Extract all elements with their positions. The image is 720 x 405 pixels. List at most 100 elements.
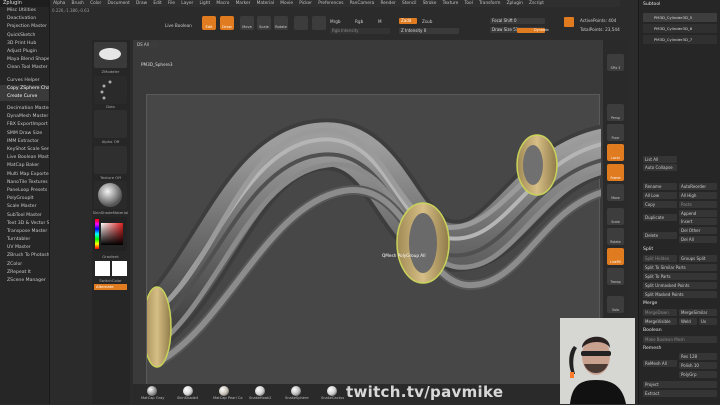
plugin-item[interactable]: DynaMesh Master — [0, 113, 49, 121]
plugin-item[interactable]: Adjust Plugin — [0, 48, 49, 56]
plugin-item[interactable]: Misc Utilities — [0, 7, 49, 15]
plugin-item[interactable]: ZColor — [0, 261, 49, 269]
plugin-item[interactable]: Live Boolean Master — [0, 154, 49, 162]
rgb-intensity-slider[interactable]: Rgb Intensity — [330, 28, 390, 34]
texture-thumbnail[interactable] — [94, 146, 127, 174]
rgb-button[interactable]: Rgb — [355, 19, 363, 24]
subtool-item[interactable]: PM3D_Cylinder3D_6 — [643, 24, 717, 33]
menu-picker[interactable]: Picker — [296, 1, 315, 6]
plugin-item[interactable]: ZScene Manager — [0, 277, 49, 285]
plugin-item[interactable]: Transpose Master — [0, 228, 49, 236]
all-low-button[interactable]: All Low — [643, 192, 677, 199]
matcap-sphere-icon[interactable] — [327, 386, 337, 396]
linefill-icon[interactable]: LineFill — [607, 248, 624, 265]
edit-button[interactable]: Edit — [202, 16, 216, 30]
plugin-item[interactable]: FBX ExportImport — [0, 121, 49, 129]
rotate-icon[interactable]: Rotate — [607, 228, 624, 245]
plugin-item[interactable]: Turntabler — [0, 236, 49, 244]
append-button[interactable]: Append — [679, 210, 717, 217]
matcap-sphere-icon[interactable] — [219, 386, 229, 396]
groups-split-button[interactable]: Groups Split — [679, 255, 717, 262]
scale-icon[interactable]: Scale — [607, 208, 624, 225]
matcap-sphere-icon[interactable] — [183, 386, 193, 396]
plugin-item[interactable]: Curves Helper — [0, 77, 49, 85]
plugin-item[interactable]: Projection Master — [0, 23, 49, 31]
alternate-button[interactable]: Alternate — [94, 284, 127, 290]
ds-all-button[interactable]: DS All — [135, 42, 159, 48]
menu-stencil[interactable]: Stencil — [399, 1, 420, 6]
matcap-sphere-icon[interactable] — [291, 386, 301, 396]
persp-icon[interactable]: Persp — [607, 104, 624, 121]
paste-button[interactable]: Paste — [679, 201, 717, 208]
auto-collapse-button[interactable]: Auto Collapse — [643, 164, 677, 171]
boolean-header[interactable]: Boolean — [643, 328, 662, 333]
rename-button[interactable]: Rename — [643, 183, 677, 190]
material-swatch-icon[interactable] — [294, 16, 308, 30]
live-boolean-button[interactable]: Live Boolean — [165, 23, 192, 28]
menu-light[interactable]: Light — [196, 1, 213, 6]
menu-alpha[interactable]: Alpha — [50, 1, 68, 6]
plugin-item[interactable]: Copy ZSphere Chain — [0, 84, 49, 93]
merge-visible-button[interactable]: MergeVisible — [643, 318, 677, 325]
menu-transform[interactable]: Transform — [476, 1, 504, 6]
delete-button[interactable]: Delete — [643, 232, 677, 239]
weld-button[interactable]: Weld — [679, 318, 697, 325]
plugin-item[interactable]: SubTool Master — [0, 212, 49, 220]
split-masked-button[interactable]: Split Masked Points — [643, 291, 717, 298]
plugin-item[interactable]: PaneLoop Presets — [0, 187, 49, 195]
plugin-item[interactable]: SMM Draw Size — [0, 130, 49, 138]
solo-icon[interactable]: Solo — [607, 296, 624, 313]
uv-button[interactable]: Uv — [699, 318, 717, 325]
menu-preferences[interactable]: Preferences — [315, 1, 346, 6]
res-slider[interactable]: Res 128 — [679, 353, 717, 360]
spix-3-icon[interactable]: SPix 3 — [607, 54, 624, 71]
plugin-item[interactable]: Clean Tool Master — [0, 64, 49, 72]
plugin-item[interactable]: Deactivation — [0, 15, 49, 23]
menu-edit[interactable]: Edit — [150, 1, 165, 6]
plugin-item[interactable]: PolyGroupIt — [0, 195, 49, 203]
menu-color[interactable]: Color — [87, 1, 104, 6]
merge-down-button[interactable]: MergeDown — [643, 309, 677, 316]
rotate-button[interactable]: Rotate — [274, 16, 288, 30]
primary-color-swatch[interactable] — [95, 261, 110, 276]
menu-render[interactable]: Render — [377, 1, 399, 6]
subtool-header[interactable]: Subtool — [643, 2, 660, 7]
plugin-item[interactable]: Text 3D & Vector Shapes — [0, 220, 49, 228]
switchcolor-button[interactable]: SwitchColor — [92, 278, 129, 283]
merge-header[interactable]: Merge — [643, 301, 657, 306]
plugin-item[interactable]: QuickSketch — [0, 32, 49, 40]
document-canvas[interactable]: QMesh PolyGroup All — [111, 94, 633, 402]
extract-button[interactable]: Extract — [643, 390, 717, 397]
transp-icon[interactable]: Transp — [607, 268, 624, 285]
del-all-button[interactable]: Del All — [679, 236, 717, 243]
mrgb-button[interactable]: Mrgb — [330, 19, 341, 24]
plugin-item[interactable]: 3D Print Hub — [0, 40, 49, 48]
draw-button[interactable]: Draw — [220, 16, 234, 30]
menu-zscript[interactable]: Zscript — [526, 1, 547, 6]
split-hidden-button[interactable]: Split Hidden — [643, 255, 677, 262]
brush-thumbnail[interactable] — [94, 42, 127, 68]
insert-button[interactable]: Insert — [679, 218, 717, 225]
list-all-button[interactable]: List All — [643, 156, 677, 163]
m-button[interactable]: M — [378, 19, 382, 24]
all-high-button[interactable]: All High — [679, 192, 717, 199]
merge-similar-button[interactable]: MergeSimilar — [679, 309, 717, 316]
brush-mode-icon[interactable] — [564, 17, 574, 27]
menu-tool[interactable]: Tool — [461, 1, 476, 6]
color-picker[interactable] — [94, 217, 127, 251]
plugin-item[interactable]: Scale Master — [0, 203, 49, 211]
dynamic-toggle[interactable]: Dynamic — [534, 28, 549, 32]
move-icon[interactable]: Move — [607, 184, 624, 201]
plugin-item[interactable]: IMM Extractor — [0, 138, 49, 146]
subtool-item[interactable]: PM3D_Cylinder3D_7 — [643, 35, 717, 44]
scale-button[interactable]: Scale — [257, 16, 271, 30]
remesh-all-button[interactable]: ReMesh All — [643, 360, 677, 367]
plugin-item[interactable]: Decimation Master — [0, 105, 49, 113]
menu-file[interactable]: File — [165, 1, 178, 6]
alpha-thumbnail[interactable] — [94, 110, 127, 138]
split-unmasked-button[interactable]: Split Unmasked Points — [643, 282, 717, 289]
del-other-button[interactable]: Del Other — [679, 227, 717, 234]
menu-macro[interactable]: Macro — [213, 1, 232, 6]
plugin-item[interactable]: UV Master — [0, 244, 49, 252]
menu-brush[interactable]: Brush — [68, 1, 87, 6]
